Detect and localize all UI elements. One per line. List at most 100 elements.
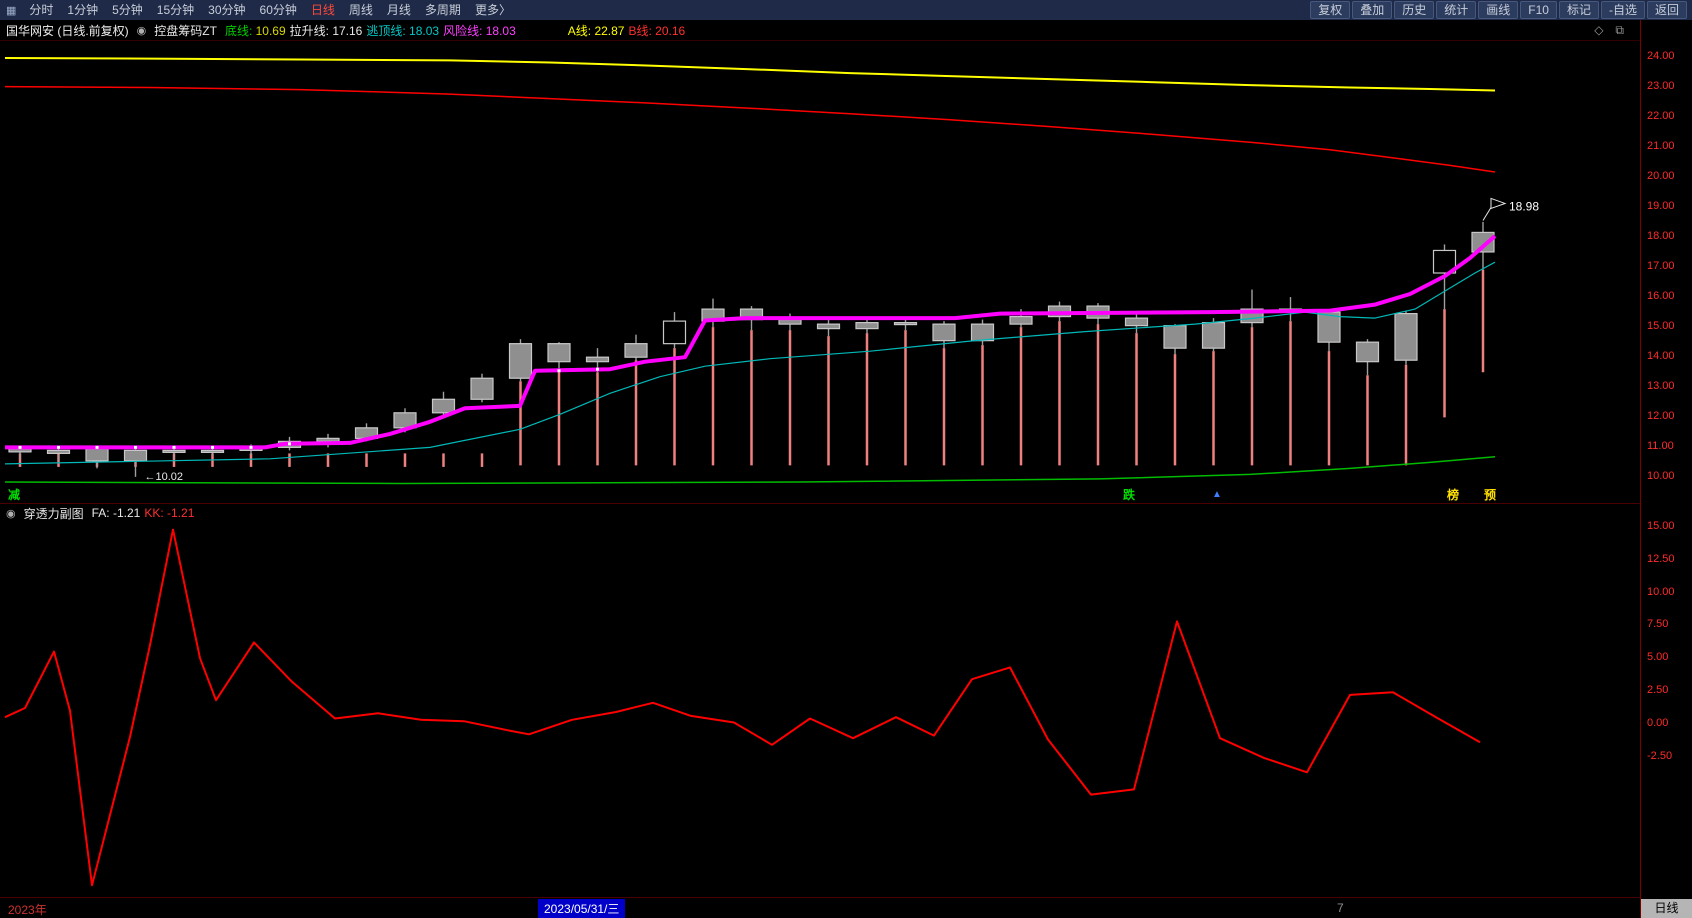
toolbar-button-历史[interactable]: 历史 bbox=[1394, 1, 1434, 19]
main-chart[interactable]: ←10.02 18.98 bbox=[0, 40, 1640, 503]
period-tab-bar: 分时1分钟5分钟15分钟30分钟60分钟日线周线月线多周期更多〉 bbox=[22, 0, 518, 20]
price-axis-label: 15.00 bbox=[1647, 520, 1675, 532]
indicator-field-label: 底线: bbox=[225, 24, 256, 38]
diamond-icon[interactable]: ◇ bbox=[1594, 23, 1603, 38]
indicator-field-label: 逃顶线: bbox=[366, 24, 409, 38]
toolbar-button-标记[interactable]: 标记 bbox=[1559, 1, 1599, 19]
sub-indicator-name[interactable]: 穿透力副图 bbox=[24, 505, 84, 522]
period-tab-分时[interactable]: 分时 bbox=[22, 0, 60, 20]
price-axis-label: 22.00 bbox=[1647, 110, 1675, 122]
indicator-field-label: A线: bbox=[568, 24, 595, 38]
toolbar-action-bar: 复权叠加历史统计画线F10标记-自选返回 bbox=[1309, 1, 1692, 19]
price-axis-label: 2.50 bbox=[1647, 684, 1668, 696]
price-axis-label: 7.50 bbox=[1647, 618, 1668, 630]
indicator-field: FA: -1.21 bbox=[92, 506, 141, 520]
price-axis-label: -2.50 bbox=[1647, 750, 1672, 762]
toolbar-button-复权[interactable]: 复权 bbox=[1310, 1, 1350, 19]
price-axis-label: 21.00 bbox=[1647, 140, 1675, 152]
indicator-field-value: -1.21 bbox=[113, 506, 140, 520]
price-axis-label: 20.00 bbox=[1647, 170, 1675, 182]
period-tab-周线[interactable]: 周线 bbox=[342, 0, 380, 20]
price-axis-label: 18.00 bbox=[1647, 230, 1675, 242]
toolbar-button-返回[interactable]: 返回 bbox=[1647, 1, 1687, 19]
indicator-field-label: 风险线: bbox=[443, 24, 486, 38]
period-tab-15分钟[interactable]: 15分钟 bbox=[150, 0, 201, 20]
price-axis-label: 10.00 bbox=[1647, 586, 1675, 598]
header-divider bbox=[0, 40, 1640, 41]
period-tab-1分钟[interactable]: 1分钟 bbox=[60, 0, 105, 20]
price-axis-label: 5.00 bbox=[1647, 651, 1668, 663]
app-menu-icon[interactable]: ▦ bbox=[0, 4, 22, 17]
time-axis[interactable]: 2023年 2023/05/31/三 7 bbox=[0, 898, 1640, 918]
axis-year-label: 2023年 bbox=[8, 901, 47, 918]
period-tab-60分钟[interactable]: 60分钟 bbox=[253, 0, 304, 20]
indicator-collapse-icon[interactable]: ◉ bbox=[137, 24, 147, 37]
price-axis-label: 23.00 bbox=[1647, 80, 1675, 92]
toolbar-button--自选[interactable]: -自选 bbox=[1601, 1, 1645, 19]
svg-text:←10.02: ←10.02 bbox=[145, 471, 184, 483]
tdx-trading-window: ▦ 分时1分钟5分钟15分钟30分钟60分钟日线周线月线多周期更多〉 复权叠加历… bbox=[0, 0, 1692, 918]
price-axis-label: 13.00 bbox=[1647, 380, 1675, 392]
indicator-field-value: 22.87 bbox=[594, 24, 624, 38]
indicator-field-value: 20.16 bbox=[655, 24, 685, 38]
sub-indicator-collapse-icon[interactable]: ◉ bbox=[6, 507, 16, 520]
indicator-field-value: 10.69 bbox=[256, 24, 286, 38]
price-axis-label: 14.00 bbox=[1647, 350, 1675, 362]
toolbar-button-统计[interactable]: 统计 bbox=[1436, 1, 1476, 19]
price-axis-label: 0.00 bbox=[1647, 717, 1668, 729]
indicator-field: A线: 22.87 bbox=[568, 24, 625, 38]
sub-chart[interactable] bbox=[0, 523, 1640, 897]
period-tab-30分钟[interactable]: 30分钟 bbox=[201, 0, 252, 20]
toolbar-button-叠加[interactable]: 叠加 bbox=[1352, 1, 1392, 19]
main-indicator-name[interactable]: 控盘筹码ZT bbox=[154, 22, 217, 39]
period-indicator[interactable]: 日线 bbox=[1641, 899, 1692, 918]
top-toolbar: ▦ 分时1分钟5分钟15分钟30分钟60分钟日线周线月线多周期更多〉 复权叠加历… bbox=[0, 0, 1692, 20]
period-tab-更多〉[interactable]: 更多〉 bbox=[468, 0, 518, 20]
event-marker-跌: 跌 bbox=[1123, 488, 1135, 502]
event-marker-减: 减 bbox=[8, 488, 20, 502]
symbol-title: 国华网安 (日线.前复权) bbox=[6, 22, 129, 39]
price-axis-label: 19.00 bbox=[1647, 200, 1675, 212]
main-chart-header: 国华网安 (日线.前复权) ◉ 控盘筹码ZT 底线: 10.69 拉升线: 17.… bbox=[0, 20, 1640, 40]
crosshair-date-label: 2023/05/31/三 bbox=[538, 899, 625, 918]
svg-text:18.98: 18.98 bbox=[1509, 199, 1539, 213]
indicator-field-label: B线: bbox=[628, 24, 655, 38]
window-expand-icon[interactable]: ⧉ bbox=[1615, 23, 1624, 38]
indicator-field: 拉升线: 17.16 bbox=[290, 24, 363, 38]
indicator-field: 风险线: 18.03 bbox=[443, 24, 516, 38]
event-marker-row: 减 跌 ▲ 榜 预 bbox=[0, 488, 1640, 504]
price-axis-label: 17.00 bbox=[1647, 260, 1675, 272]
sub-chart-header: ◉ 穿透力副图 FA: -1.21KK: -1.21 bbox=[0, 504, 198, 522]
indicator-field: 底线: 10.69 bbox=[225, 24, 286, 38]
indicator-field-value: 18.03 bbox=[486, 24, 516, 38]
toolbar-button-F10[interactable]: F10 bbox=[1520, 1, 1557, 19]
price-axis-label: 12.00 bbox=[1647, 410, 1675, 422]
toolbar-button-画线[interactable]: 画线 bbox=[1478, 1, 1518, 19]
price-axis-label: 15.00 bbox=[1647, 320, 1675, 332]
price-axis-divider bbox=[1640, 20, 1641, 918]
main-indicator-values: 底线: 10.69拉升线: 17.16逃顶线: 18.03风险线: 18.03A… bbox=[225, 22, 689, 39]
price-axis-label: 11.00 bbox=[1647, 440, 1674, 452]
indicator-field-value: -1.21 bbox=[167, 506, 194, 520]
period-tab-日线[interactable]: 日线 bbox=[304, 0, 342, 20]
event-marker-预: 预 bbox=[1484, 488, 1496, 502]
price-axis-label: 12.50 bbox=[1647, 553, 1675, 565]
period-tab-多周期[interactable]: 多周期 bbox=[418, 0, 468, 20]
indicator-field-label: 拉升线: bbox=[290, 24, 333, 38]
indicator-field: 逃顶线: 18.03 bbox=[366, 24, 439, 38]
price-axis-label: 10.00 bbox=[1647, 470, 1675, 482]
price-axis-label: 24.00 bbox=[1647, 50, 1675, 62]
period-tab-5分钟[interactable]: 5分钟 bbox=[105, 0, 150, 20]
indicator-field: KK: -1.21 bbox=[144, 506, 194, 520]
indicator-field: B线: 20.16 bbox=[628, 24, 685, 38]
event-marker-榜: 榜 bbox=[1447, 488, 1459, 502]
sub-indicator-values: FA: -1.21KK: -1.21 bbox=[92, 506, 199, 520]
indicator-field-value: 18.03 bbox=[409, 24, 439, 38]
indicator-field-value: 17.16 bbox=[332, 24, 362, 38]
indicator-field-label: FA: bbox=[92, 506, 113, 520]
price-axis-label: 16.00 bbox=[1647, 290, 1675, 302]
event-marker-▲: ▲ bbox=[1212, 488, 1222, 502]
axis-mid-label: 7 bbox=[1337, 901, 1344, 915]
indicator-field-label: KK: bbox=[144, 506, 167, 520]
period-tab-月线[interactable]: 月线 bbox=[380, 0, 418, 20]
